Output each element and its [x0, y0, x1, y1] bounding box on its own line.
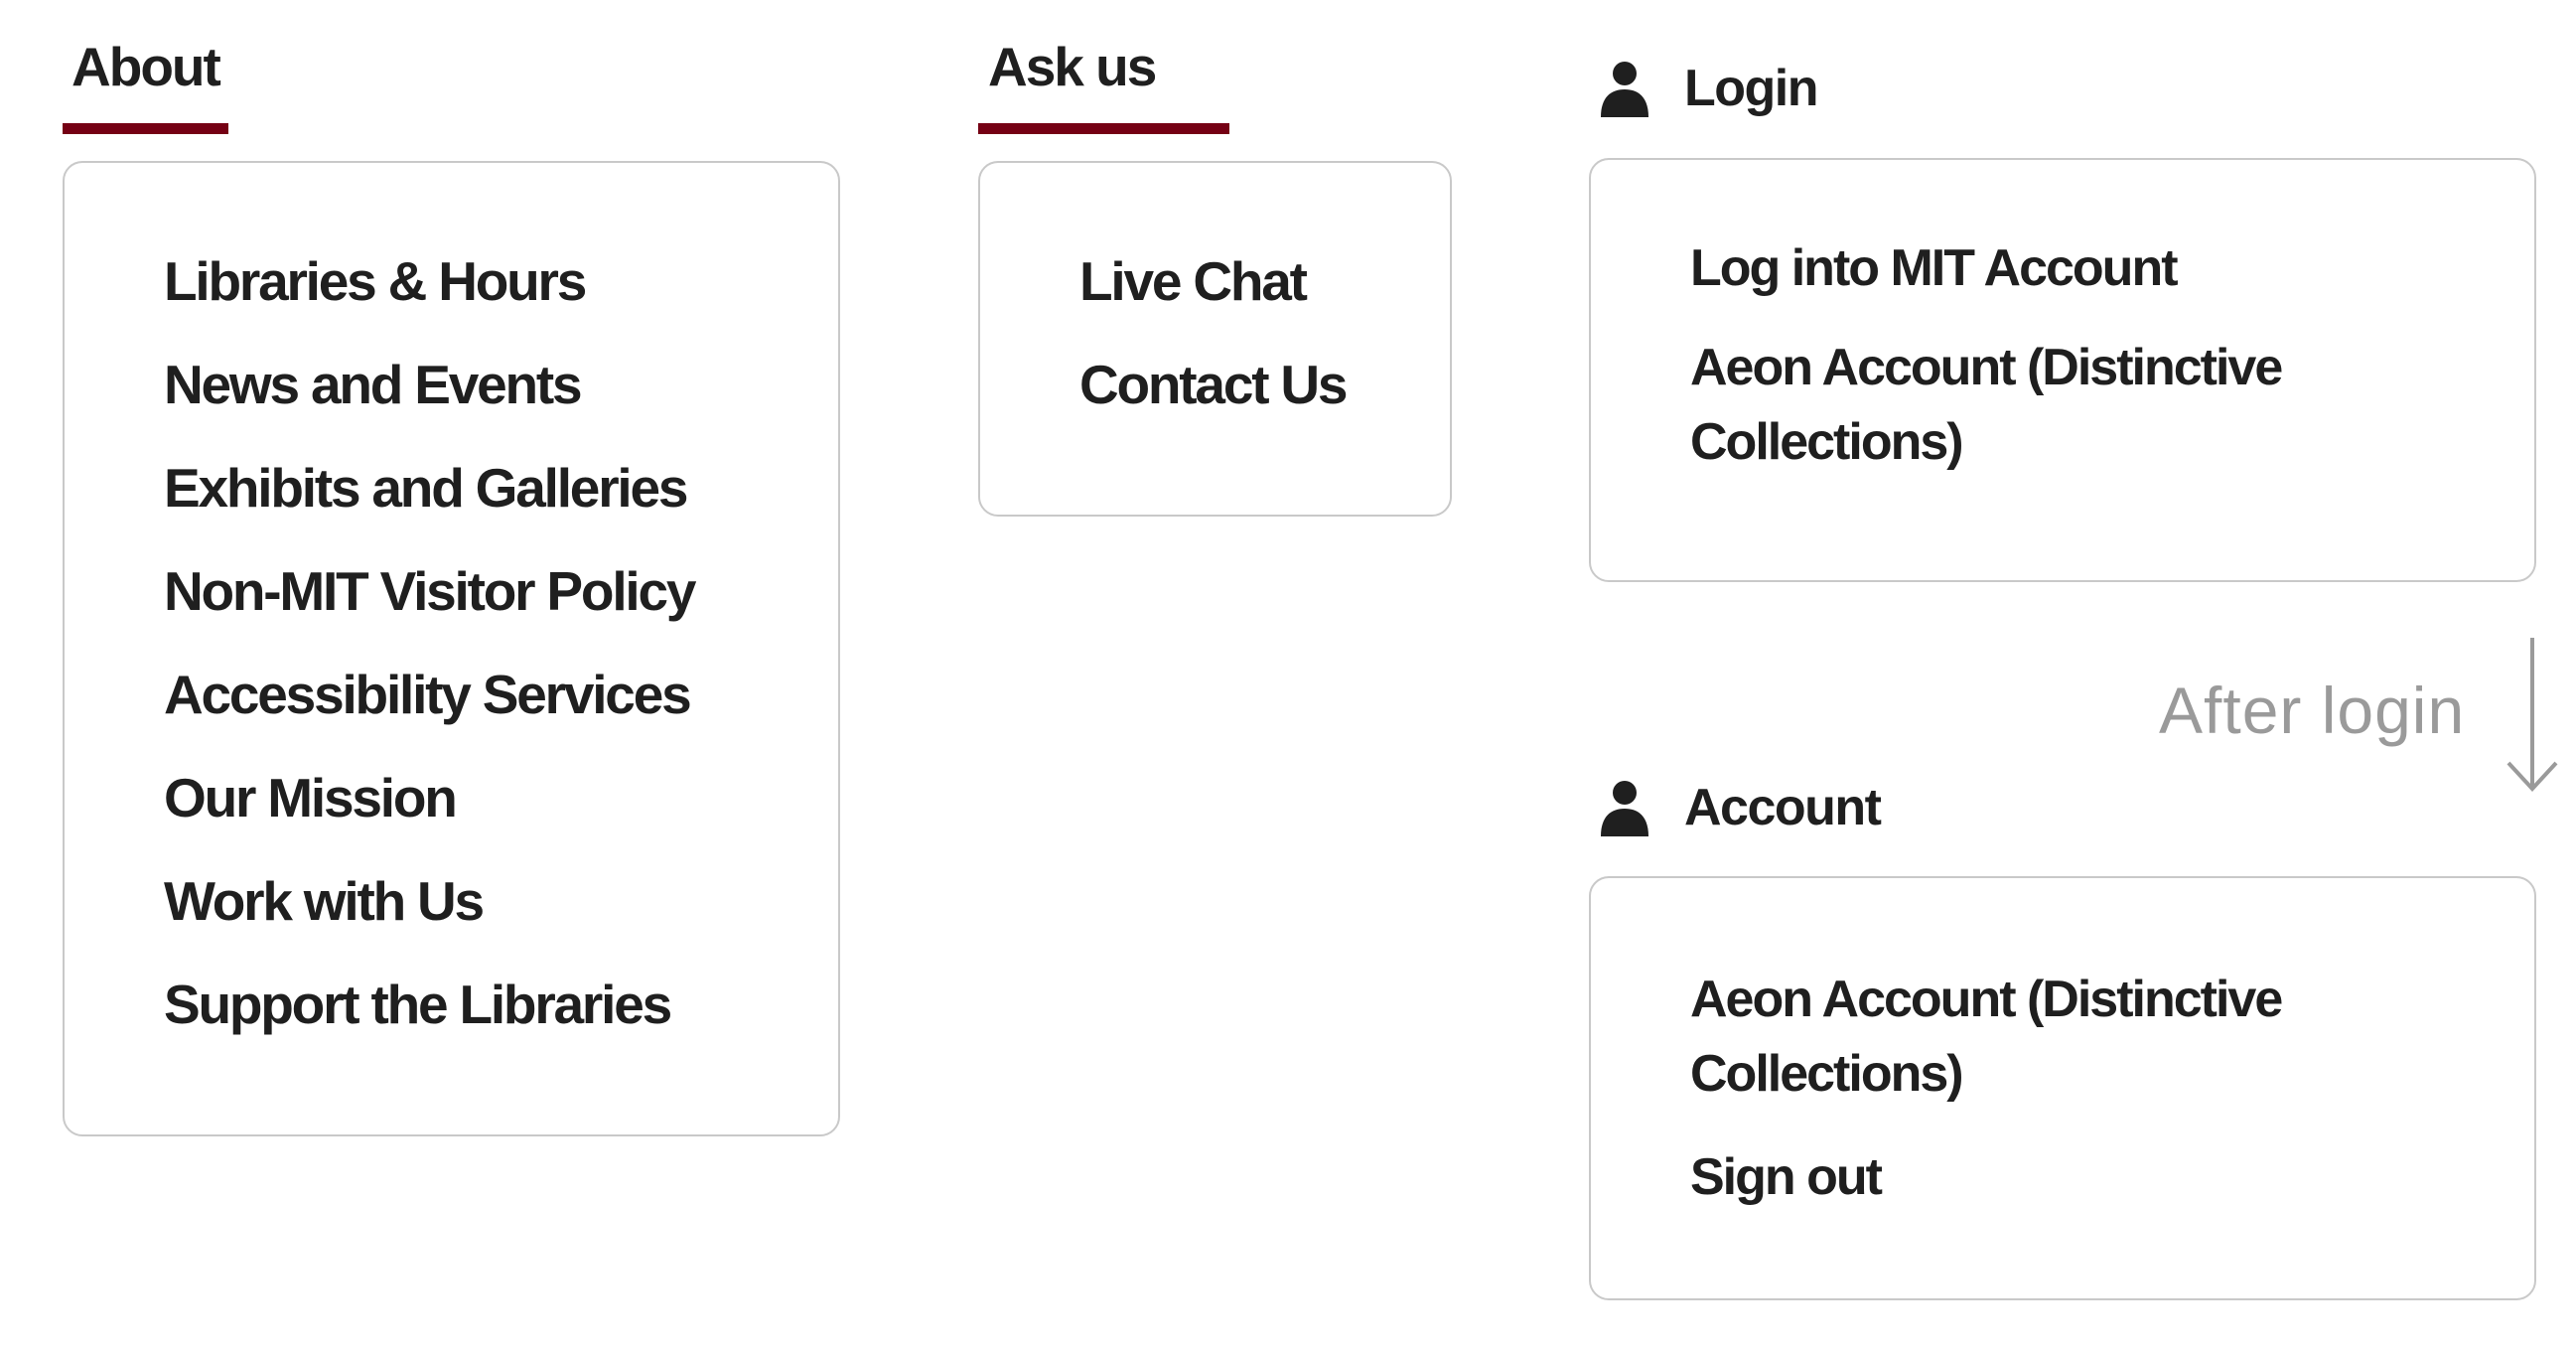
menu-item-live-chat[interactable]: Live Chat	[1079, 254, 1308, 309]
login-label: Login	[1684, 60, 1819, 117]
menu-item-visitor-policy[interactable]: Non-MIT Visitor Policy	[164, 564, 696, 619]
menu-item-accessibility[interactable]: Accessibility Services	[164, 668, 692, 722]
tab-ask-us-underline	[978, 123, 1229, 134]
menu-item-contact-us[interactable]: Contact Us	[1079, 358, 1349, 412]
account-header[interactable]: Account	[1601, 779, 1882, 836]
menu-item-news-events[interactable]: News and Events	[164, 358, 583, 412]
menu-item-aeon-account-signed-in[interactable]: Aeon Account (Distinctive Collections)	[1690, 963, 2326, 1112]
menu-item-aeon-account[interactable]: Aeon Account (Distinctive Collections)	[1690, 331, 2326, 480]
tab-about-underline	[63, 123, 228, 134]
menu-item-log-into-mit[interactable]: Log into MIT Account	[1690, 231, 2326, 306]
menu-item-work-with-us[interactable]: Work with Us	[164, 874, 485, 929]
menu-item-sign-out[interactable]: Sign out	[1690, 1140, 2326, 1215]
arrow-down-icon	[2506, 638, 2558, 792]
person-icon	[1601, 781, 1648, 836]
tab-about[interactable]: About	[72, 40, 221, 94]
account-menu-panel: Aeon Account (Distinctive Collections) S…	[1589, 876, 2536, 1300]
menu-item-our-mission[interactable]: Our Mission	[164, 771, 458, 826]
ask-menu-panel: Live Chat Contact Us	[978, 161, 1452, 517]
login-menu-panel: Log into MIT Account Aeon Account (Disti…	[1589, 158, 2536, 582]
menu-item-exhibits-galleries[interactable]: Exhibits and Galleries	[164, 461, 688, 516]
tab-ask-us[interactable]: Ask us	[988, 40, 1157, 94]
about-menu-panel: Libraries & Hours News and Events Exhibi…	[63, 161, 840, 1136]
person-icon	[1601, 62, 1648, 117]
menu-item-support[interactable]: Support the Libraries	[164, 977, 672, 1032]
after-login-annotation: After login	[2159, 674, 2466, 747]
login-header[interactable]: Login	[1601, 60, 1819, 117]
menu-item-libraries-hours[interactable]: Libraries & Hours	[164, 254, 587, 309]
account-label: Account	[1684, 779, 1882, 836]
